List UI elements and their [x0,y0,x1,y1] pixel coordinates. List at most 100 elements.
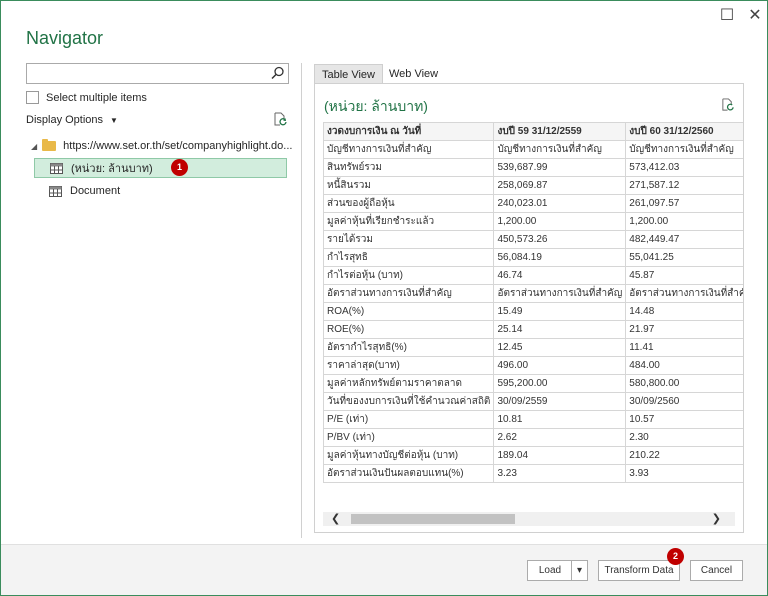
search-icon[interactable] [271,66,285,80]
table-cell: 14.48 [625,302,743,321]
column-header[interactable]: งบปี 59 31/12/2559 [493,122,627,141]
step-badge-1: 1 [171,159,188,176]
tab-web-view[interactable]: Web View [382,64,445,84]
refresh-icon[interactable] [721,98,735,112]
table-row: มูลค่าหุ้นที่เรียกชำระแล้ว 1,200.00 1,200.… [322,212,743,231]
table-cell: 2.62 [493,428,627,447]
select-multiple-row[interactable]: Select multiple items [26,91,147,104]
scroll-right-icon[interactable]: ❯ [712,512,721,526]
table-cell: กำไรต่อหุ้น (บาท) [322,266,495,285]
table-cell: อัตราส่วนเงินปันผลตอบแทน(%) [322,464,495,483]
column-header[interactable]: งบปี 60 31/12/2560 [625,122,743,141]
select-multiple-label: Select multiple items [46,91,147,104]
table-icon [50,162,63,174]
tree-item-label: Document [70,185,121,197]
table-cell: 539,687.99 [493,158,627,177]
table-header-row: งวดงบการเงิน ณ วันที่ งบปี 59 31/12/2559… [322,122,743,141]
table-cell: 450,573.26 [493,230,627,249]
table-row: กำไรต่อหุ้น (บาท) 46.74 45.87 [322,266,743,285]
table-cell: 240,023.01 [493,194,627,213]
close-button[interactable]: ✕ [745,5,765,25]
table-row: หนี้สินรวม 258,069.87 271,587.12 [322,176,743,195]
preview-table: งวดงบการเงิน ณ วันที่ งบปี 59 31/12/2559… [322,122,743,483]
table-row: มูลค่าหลักทรัพย์ตามราคาตลาด 595,200.00 580… [322,374,743,393]
table-cell: P/BV (เท่า) [322,428,495,447]
tree-item-units-table[interactable]: (หน่วย: ล้านบาท) [34,158,287,178]
table-cell: 580,800.00 [625,374,743,393]
table-cell: 10.57 [625,410,743,429]
table-row: อัตราส่วนทางการเงินที่สำคัญ อัตราส่วนทางก… [322,284,743,303]
preview-pane: (หน่วย: ล้านบาท) งวดงบการเงิน ณ วันที่ ง… [314,83,744,533]
table-cell: อัตราส่วนทางการเงินที่สำคัญ [493,284,627,303]
footer-bar: Load ▾ Transform Data Cancel [1,544,767,595]
pane-divider[interactable] [301,63,302,538]
table-cell: มูลค่าหุ้นที่เรียกชำระแล้ว [322,212,495,231]
table-cell: 15.49 [493,302,627,321]
table-row: P/E (เท่า) 10.81 10.57 [322,410,743,429]
document-icon [49,185,62,197]
table-cell: กำไรสุทธิ [322,248,495,267]
table-cell: 3.23 [493,464,627,483]
table-cell: 46.74 [493,266,627,285]
table-cell: สินทรัพย์รวม [322,158,495,177]
display-options-label: Display Options [26,114,104,126]
tree-root-label: https://www.set.or.th/set/companyhighlig… [63,140,293,152]
table-cell: หนี้สินรวม [322,176,495,195]
tab-table-view[interactable]: Table View [314,64,383,85]
dialog-title: Navigator [26,28,104,48]
table-cell: 1,200.00 [493,212,627,231]
cancel-button[interactable]: Cancel [690,560,743,581]
table-cell: 45.87 [625,266,743,285]
table-cell: ราคาล่าสุด(บาท) [322,356,495,375]
table-cell: 55,041.25 [625,248,743,267]
step-badge-2: 2 [667,548,684,565]
horizontal-scrollbar[interactable]: ❮ ❯ [323,512,735,526]
refresh-icon[interactable] [273,112,288,127]
folder-icon [42,139,57,151]
transform-data-button[interactable]: Transform Data [598,560,680,581]
preview-title: (หน่วย: ล้านบาท) [324,98,428,114]
table-cell: 56,084.19 [493,248,627,267]
column-header[interactable]: งวดงบการเงิน ณ วันที่ [322,122,495,141]
table-cell: มูลค่าหุ้นทางบัญชีต่อหุ้น (บาท) [322,446,495,465]
table-cell: อัตราส่วนทางการเงินที่สำคัญ [322,284,495,303]
table-row: บัญชีทางการเงินที่สำคัญ บัญชีทางการเงินที… [322,140,743,159]
tree-item-document[interactable]: Document [34,181,287,201]
table-cell: 484.00 [625,356,743,375]
table-cell: 12.45 [493,338,627,357]
table-cell: ROA(%) [322,302,495,321]
table-cell: บัญชีทางการเงินที่สำคัญ [322,140,495,159]
table-cell: 1,200.00 [625,212,743,231]
load-button[interactable]: Load [527,560,573,581]
table-cell: 25.14 [493,320,627,339]
tree-root-node[interactable]: ◢ https://www.set.or.th/set/companyhighl… [31,139,293,152]
table-row: ส่วนของผู้ถือหุ้น 240,023.01 261,097.57 [322,194,743,213]
select-multiple-checkbox[interactable] [26,91,39,104]
table-cell: รายได้รวม [322,230,495,249]
maximize-button[interactable]: ☐ [717,5,737,25]
collapse-triangle-icon[interactable]: ◢ [31,142,37,151]
load-dropdown-button[interactable]: ▾ [571,560,588,581]
search-input[interactable] [26,63,289,84]
display-options-dropdown[interactable]: Display Options ▼ [26,114,118,126]
scroll-left-icon[interactable]: ❮ [331,512,340,526]
table-cell: 30/09/2560 [625,392,743,411]
table-cell: ROE(%) [322,320,495,339]
table-cell: ส่วนของผู้ถือหุ้น [322,194,495,213]
table-row: วันที่ของงบการเงินที่ใช้คำนวณค่าสถิติ 30/… [322,392,743,411]
table-cell: 496.00 [493,356,627,375]
table-cell: 258,069.87 [493,176,627,195]
table-cell: วันที่ของงบการเงินที่ใช้คำนวณค่าสถิติ [322,392,495,411]
table-cell: 573,412.03 [625,158,743,177]
table-cell: อัตรากำไรสุทธิ(%) [322,338,495,357]
table-cell: 482,449.47 [625,230,743,249]
table-cell: 2.30 [625,428,743,447]
caret-down-icon: ▼ [110,115,118,125]
table-row: กำไรสุทธิ 56,084.19 55,041.25 [322,248,743,267]
scroll-thumb[interactable] [351,514,515,524]
table-row: อัตราส่วนเงินปันผลตอบแทน(%) 3.23 3.93 [322,464,743,483]
table-cell: บัญชีทางการเงินที่สำคัญ [625,140,743,159]
table-cell: 595,200.00 [493,374,627,393]
table-cell: 10.81 [493,410,627,429]
table-cell: P/E (เท่า) [322,410,495,429]
